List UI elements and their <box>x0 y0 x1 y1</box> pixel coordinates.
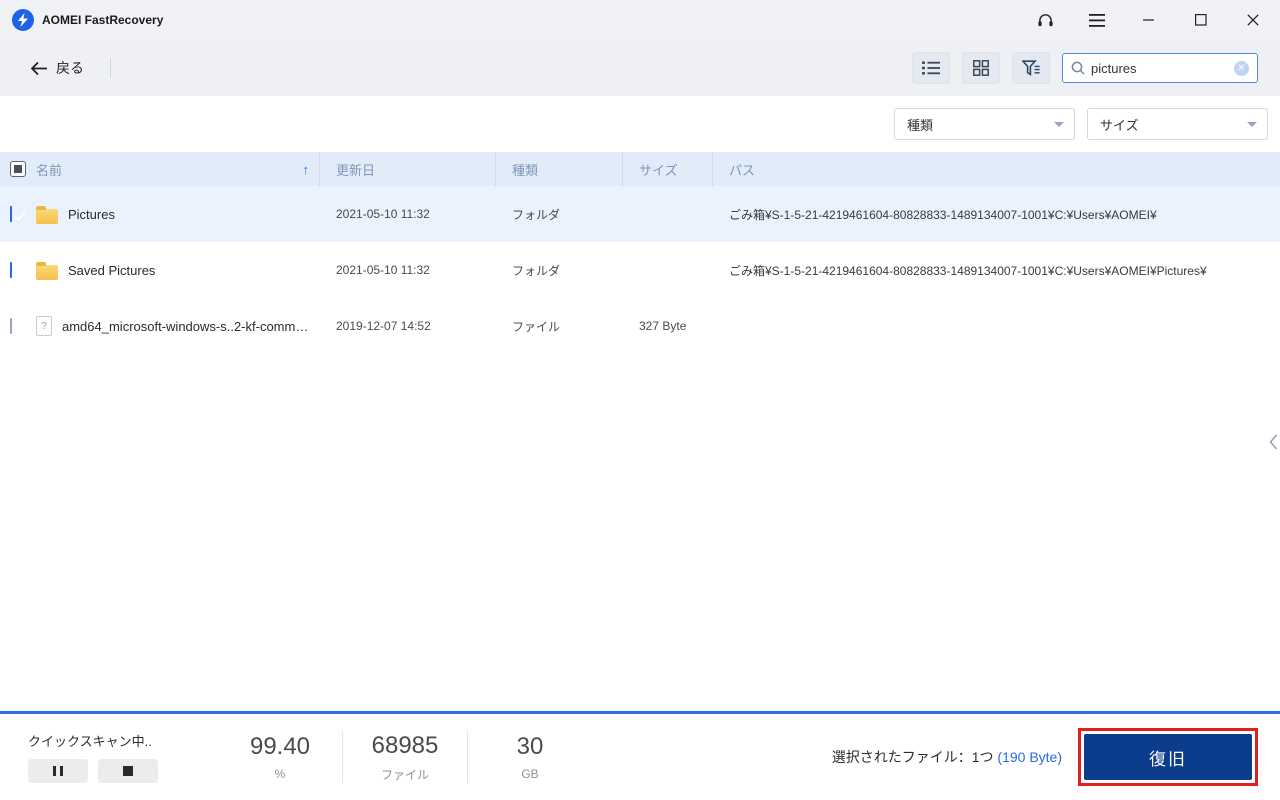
app-window: AOMEI FastRecovery 戻る pictures ✕ 種類 サイズ … <box>0 0 1280 800</box>
file-modified: 2021-05-10 11:32 <box>336 207 430 221</box>
list-view-icon <box>922 61 940 75</box>
search-clear-icon[interactable]: ✕ <box>1234 60 1249 76</box>
folder-icon <box>36 205 58 224</box>
file-name: amd64_microsoft-windows-s..2-kf-commonpi… <box>62 318 310 334</box>
selected-files-label: 選択されたファイル：1つ <box>831 749 994 765</box>
column-header-name[interactable]: 名前 ↑ <box>36 152 320 186</box>
close-button[interactable] <box>1242 9 1264 31</box>
file-name: Pictures <box>68 206 115 222</box>
row-checkbox[interactable] <box>10 206 12 222</box>
selected-files-size: (190 Byte) <box>997 749 1062 765</box>
column-header-size[interactable]: サイズ <box>623 152 713 186</box>
column-header-type[interactable]: 種類 <box>496 152 623 186</box>
titlebar: AOMEI FastRecovery <box>0 0 1280 40</box>
chevron-down-icon <box>1247 121 1257 127</box>
menu-hamburger-icon[interactable] <box>1086 9 1108 31</box>
row-checkbox[interactable] <box>10 318 12 334</box>
maximize-button[interactable] <box>1190 9 1212 31</box>
list-view-button[interactable] <box>912 52 950 84</box>
files-value: 68985 <box>371 731 439 759</box>
file-type: フォルダ <box>512 207 561 222</box>
percent-value: 99.40 <box>249 733 311 760</box>
scan-percent-stat: 99.40 % <box>218 733 342 781</box>
table-header: 名前 ↑ 更新日 種類 サイズ パス <box>0 152 1280 186</box>
file-path: ごみ箱¥S-1-5-21-4219461604-80828833-1489134… <box>729 207 1157 222</box>
scan-files-stat: 68985 ファイル <box>343 732 467 783</box>
back-arrow-icon <box>30 61 48 76</box>
results-panel: 種類 サイズ 名前 ↑ 更新日 種類 サイズ パス Pictures 2021-… <box>0 96 1280 711</box>
chevron-down-icon <box>1054 121 1064 127</box>
file-type: フォルダ <box>512 263 561 278</box>
size-value: 30 <box>516 733 544 760</box>
file-type: ファイル <box>512 319 561 334</box>
table-row[interactable]: Pictures 2021-05-10 11:32 フォルダ ごみ箱¥S-1-5… <box>0 186 1280 242</box>
scan-status-text: クイックスキャン中.. <box>28 734 152 749</box>
support-headset-icon[interactable] <box>1034 9 1056 31</box>
row-checkbox[interactable] <box>10 262 12 278</box>
app-logo-icon <box>12 9 34 31</box>
minimize-button[interactable] <box>1138 9 1160 31</box>
filter-funnel-icon <box>1022 60 1040 76</box>
size-filter-dropdown[interactable]: サイズ <box>1087 108 1268 140</box>
file-path: ごみ箱¥S-1-5-21-4219461604-80828833-1489134… <box>729 263 1207 278</box>
type-filter-dropdown[interactable]: 種類 <box>894 108 1075 140</box>
search-input[interactable] <box>1091 60 1228 76</box>
stop-icon <box>123 766 133 776</box>
folder-icon <box>36 261 58 280</box>
status-bar: クイックスキャン中.. 99.40 % 68985 ファイル 30 GB 選択さ… <box>0 711 1280 800</box>
stop-scan-button[interactable] <box>98 759 158 783</box>
selected-files-summary: 選択されたファイル：1つ (190 Byte) <box>832 747 1062 767</box>
type-filter-label: 種類 <box>907 117 934 133</box>
file-size: 327 Byte <box>639 319 687 333</box>
app-title: AOMEI FastRecovery <box>42 13 164 27</box>
table-row[interactable]: Saved Pictures 2021-05-10 11:32 フォルダ ごみ箱… <box>0 242 1280 298</box>
percent-unit: % <box>274 767 286 781</box>
file-name: Saved Pictures <box>68 262 156 278</box>
back-button[interactable]: 戻る <box>30 58 84 78</box>
back-label: 戻る <box>56 60 84 76</box>
unknown-file-icon <box>36 316 52 336</box>
files-unit: ファイル <box>380 767 429 782</box>
grid-view-icon <box>973 60 989 76</box>
scan-size-stat: 30 GB <box>468 733 592 781</box>
column-header-path[interactable]: パス <box>713 152 1280 186</box>
highlight-annotation: 復旧 <box>1078 728 1258 786</box>
search-icon <box>1071 61 1085 75</box>
file-modified: 2019-12-07 14:52 <box>336 319 431 333</box>
size-filter-label: サイズ <box>1100 117 1139 133</box>
size-unit: GB <box>521 767 539 781</box>
select-all-checkbox[interactable] <box>10 161 26 177</box>
toolbar-divider <box>110 58 111 78</box>
toolbar: 戻る ✕ <box>0 40 1280 96</box>
search-box: ✕ <box>1062 53 1258 83</box>
pause-scan-button[interactable] <box>28 759 88 783</box>
filter-button[interactable] <box>1012 52 1050 84</box>
filter-row: 種類 サイズ <box>0 96 1280 152</box>
file-modified: 2021-05-10 11:32 <box>336 263 430 277</box>
pause-icon <box>53 766 56 776</box>
table-row[interactable]: amd64_microsoft-windows-s..2-kf-commonpi… <box>0 298 1280 354</box>
sort-ascending-icon[interactable]: ↑ <box>303 162 310 177</box>
header-checkbox-cell <box>0 152 36 186</box>
collapse-panel-chevron-icon[interactable] <box>1269 434 1278 450</box>
recover-button[interactable]: 復旧 <box>1084 734 1252 780</box>
column-header-modified[interactable]: 更新日 <box>320 152 496 186</box>
grid-view-button[interactable] <box>962 52 1000 84</box>
